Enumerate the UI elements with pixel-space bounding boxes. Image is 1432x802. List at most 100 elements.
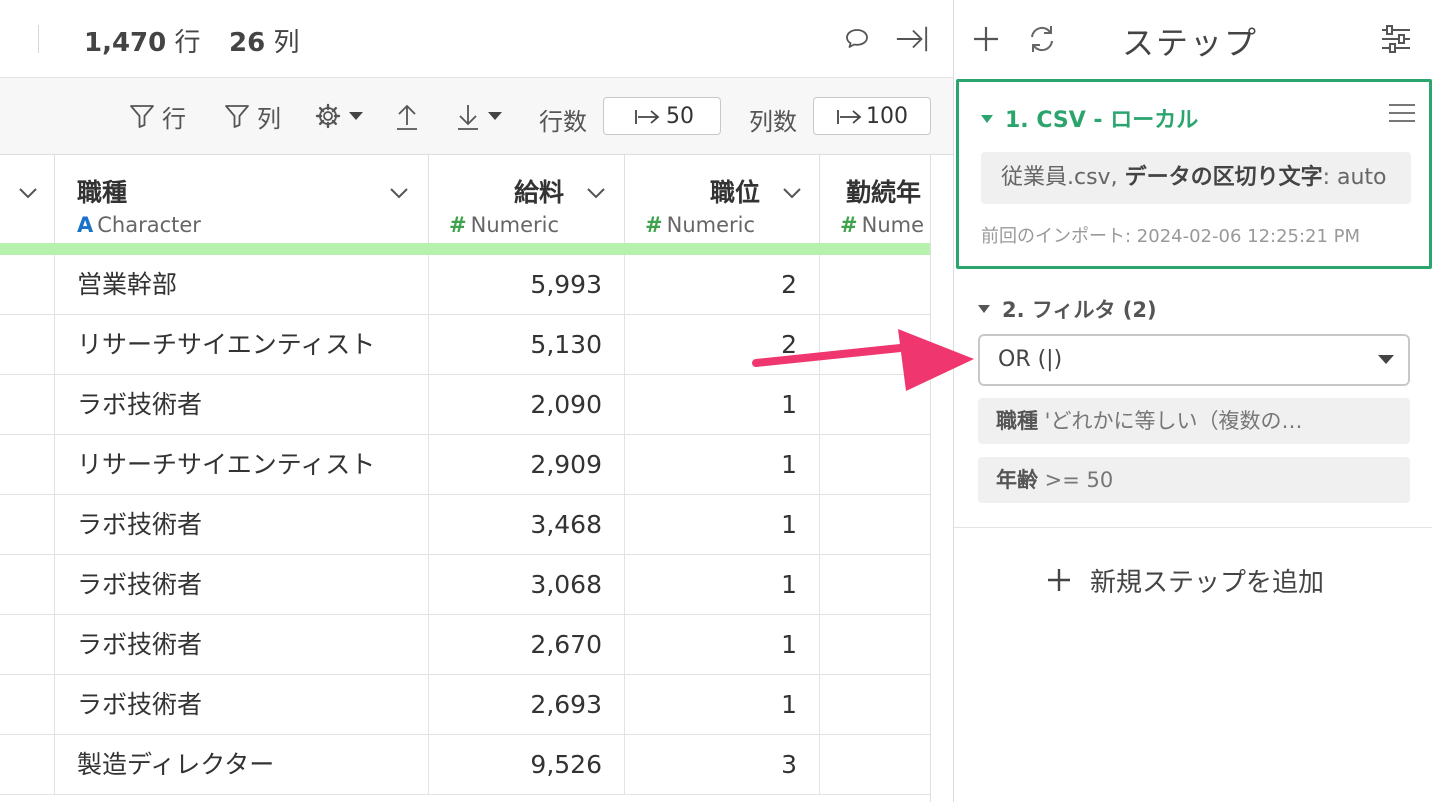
app-root: 1,470 行 26 列 行 列 行数 50 列数 100 職種 A Chara… xyxy=(0,0,1432,802)
table-cell[interactable]: 1 xyxy=(625,435,820,494)
column-count: 26 列 xyxy=(229,28,300,58)
steps-panel: ステップ 1. CSV - ローカル 従業員.csv, データの区切り文字: a… xyxy=(953,0,1432,802)
table-row: ラボ技術者 2,090 1 xyxy=(0,375,931,435)
column-type: # Numeric xyxy=(645,213,756,237)
refresh-icon[interactable] xyxy=(1024,21,1060,57)
table-cell[interactable]: 2,693 xyxy=(429,675,625,734)
table-cell[interactable]: 1 xyxy=(625,555,820,614)
chevron-down-icon xyxy=(488,112,502,120)
table-body: 営業幹部 5,993 2 リサーチサイエンティスト 5,130 2 ラボ技術者 … xyxy=(0,255,931,795)
row-filter-button[interactable]: 行 xyxy=(128,98,186,134)
column-name: 職位 xyxy=(709,178,760,207)
table-cell[interactable]: 1 xyxy=(625,675,820,734)
numeric-type-icon: # xyxy=(645,213,663,237)
column-header-salary[interactable]: 給料 # Numeric xyxy=(429,155,625,243)
row-filter-label: 行 xyxy=(162,104,186,133)
filter-condition[interactable]: 職種 'どれかに等しい（複数の… xyxy=(978,398,1410,444)
table-cell xyxy=(820,495,931,554)
add-step-button[interactable]: 新規ステップを追加 xyxy=(1046,560,1324,600)
column-type: # Nume xyxy=(840,213,925,237)
table-cell[interactable]: 2,909 xyxy=(429,435,625,494)
data-quality-bar xyxy=(0,243,931,255)
table-right-edge xyxy=(930,155,931,802)
sliders-icon[interactable] xyxy=(1378,21,1414,57)
filter-logic-select[interactable]: OR (|) xyxy=(978,334,1410,386)
table-cell[interactable]: リサーチサイエンティスト xyxy=(55,315,429,374)
table-cell[interactable]: 3,468 xyxy=(429,495,625,554)
comment-icon[interactable] xyxy=(840,22,874,56)
jump-icon xyxy=(635,110,660,124)
table-row: ラボ技術者 2,670 1 xyxy=(0,615,931,675)
columns-limit-value: 100 xyxy=(866,103,908,129)
table-row: ラボ技術者 3,468 1 xyxy=(0,495,931,555)
table-cell xyxy=(0,615,55,674)
table-cell[interactable]: 1 xyxy=(625,615,820,674)
table-cell[interactable]: 5,130 xyxy=(429,315,625,374)
rows-limit-value: 50 xyxy=(666,103,694,129)
chevron-down-icon xyxy=(349,112,363,120)
data-panel: 1,470 行 26 列 行 列 行数 50 列数 100 職種 A Chara… xyxy=(0,0,953,802)
hamburger-menu-icon[interactable] xyxy=(1389,104,1415,128)
table-cell[interactable]: 1 xyxy=(625,495,820,554)
table-cell xyxy=(820,555,931,614)
filter-icon xyxy=(130,105,154,128)
column-name: 勤続年 xyxy=(846,178,922,207)
table-row: ラボ技術者 2,693 1 xyxy=(0,675,931,735)
table-cell[interactable]: 1 xyxy=(625,375,820,434)
character-type-icon: A xyxy=(77,213,94,237)
table-cell[interactable]: ラボ技術者 xyxy=(55,615,429,674)
table-cell[interactable]: ラボ技術者 xyxy=(55,675,429,734)
table-cell[interactable]: 5,993 xyxy=(429,255,625,314)
step-source-summary[interactable]: 従業員.csv, データの区切り文字: auto xyxy=(981,152,1411,204)
chevron-down-icon[interactable] xyxy=(16,181,40,205)
chevron-down-icon[interactable] xyxy=(584,181,608,205)
column-header-position[interactable]: 職位 # Numeric xyxy=(625,155,820,243)
settings-menu-button[interactable] xyxy=(314,98,364,134)
column-header-partial[interactable] xyxy=(0,155,55,243)
table-cell xyxy=(820,315,931,374)
filter-condition[interactable]: 年齢 >= 50 xyxy=(978,457,1410,503)
add-step-label: 新規ステップを追加 xyxy=(1090,567,1325,598)
collapse-right-icon[interactable] xyxy=(895,22,929,56)
table-cell xyxy=(0,675,55,734)
table-cell[interactable]: ラボ技術者 xyxy=(55,555,429,614)
plus-icon[interactable] xyxy=(968,21,1004,57)
caret-down-icon xyxy=(981,115,993,123)
table-cell[interactable]: 3,068 xyxy=(429,555,625,614)
divider xyxy=(38,25,39,53)
last-import-time: 前回のインポート: 2024-02-06 12:25:21 PM xyxy=(981,226,1361,247)
rows-limit-input[interactable]: 50 xyxy=(603,97,721,135)
column-filter-button[interactable]: 列 xyxy=(223,98,281,134)
chevron-down-icon xyxy=(1378,355,1394,364)
table-cell[interactable]: ラボ技術者 xyxy=(55,495,429,554)
export-button[interactable] xyxy=(394,98,420,134)
column-filter-label: 列 xyxy=(257,104,281,133)
table-cell[interactable]: 9,526 xyxy=(429,735,625,794)
step-csv-local[interactable]: 1. CSV - ローカル 従業員.csv, データの区切り文字: auto 前… xyxy=(956,79,1432,269)
table-cell[interactable]: 営業幹部 xyxy=(55,255,429,314)
table-cell[interactable]: 2,090 xyxy=(429,375,625,434)
step-title[interactable]: 2. フィルタ (2) xyxy=(978,294,1157,324)
table-cell xyxy=(820,675,931,734)
column-header-tenure[interactable]: 勤続年 # Nume xyxy=(820,155,931,243)
jump-icon xyxy=(837,110,862,124)
table-cell[interactable]: 2 xyxy=(625,315,820,374)
column-header-job[interactable]: 職種 A Character xyxy=(55,155,429,243)
import-menu-button[interactable] xyxy=(455,98,503,134)
table-cell[interactable]: 3 xyxy=(625,735,820,794)
table-cell[interactable]: ラボ技術者 xyxy=(55,375,429,434)
chevron-down-icon[interactable] xyxy=(387,181,411,205)
chevron-down-icon[interactable] xyxy=(780,181,804,205)
table-cell[interactable]: リサーチサイエンティスト xyxy=(55,435,429,494)
filter-icon xyxy=(225,105,249,128)
table-cell xyxy=(0,735,55,794)
table-cell[interactable]: 2,670 xyxy=(429,615,625,674)
columns-limit-input[interactable]: 100 xyxy=(813,97,931,135)
table-cell xyxy=(0,495,55,554)
table-cell xyxy=(820,735,931,794)
steps-title: ステップ xyxy=(1122,24,1259,62)
table-cell[interactable]: 製造ディレクター xyxy=(55,735,429,794)
step-title[interactable]: 1. CSV - ローカル xyxy=(981,102,1198,134)
columns-limit-label: 列数 xyxy=(749,108,797,136)
table-cell[interactable]: 2 xyxy=(625,255,820,314)
